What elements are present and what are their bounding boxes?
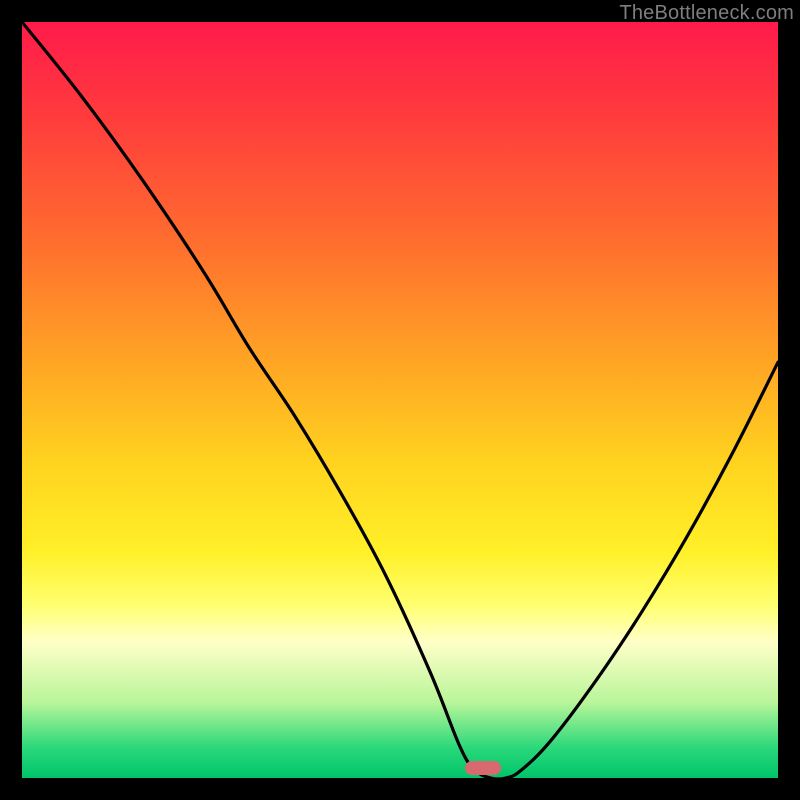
bottleneck-curve (22, 22, 778, 778)
watermark-text: TheBottleneck.com (619, 2, 794, 25)
curve-path (22, 22, 778, 778)
optimal-marker (465, 761, 501, 775)
plot-area (22, 22, 778, 778)
outer-frame: TheBottleneck.com (0, 0, 800, 800)
